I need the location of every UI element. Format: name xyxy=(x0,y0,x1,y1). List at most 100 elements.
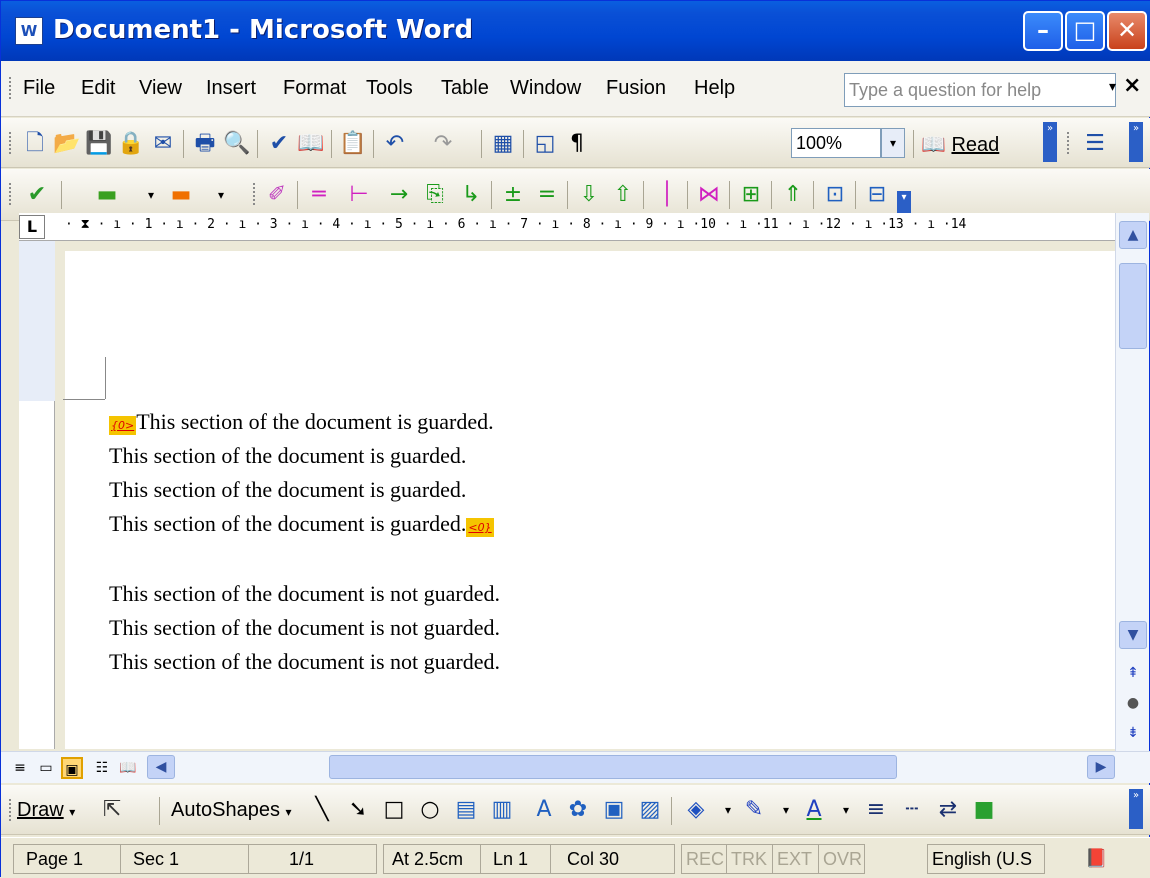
close-button[interactable]: ✕ xyxy=(1107,11,1147,51)
guard-start-icon[interactable]: ⊢ xyxy=(345,181,373,209)
line-style-icon[interactable]: ≡ xyxy=(861,795,891,825)
help-question-input[interactable]: Type a question for help xyxy=(844,73,1116,107)
save-icon[interactable]: 💾 xyxy=(85,130,113,158)
menu-file[interactable]: File xyxy=(23,77,55,100)
status-page[interactable]: Page 1 xyxy=(13,844,121,874)
horizontal-scroll-thumb[interactable] xyxy=(329,755,897,779)
upload-icon[interactable]: ⇑ xyxy=(779,181,807,209)
select-browse-object-icon[interactable]: ● xyxy=(1119,695,1147,717)
copy-segment-icon[interactable]: ⎘ xyxy=(421,181,449,209)
green-highlight-icon[interactable]: ▬ xyxy=(93,181,121,209)
menu-window[interactable]: Window xyxy=(510,77,581,100)
shadow-style-icon[interactable]: ■ xyxy=(969,795,999,825)
vertical-scroll-thumb[interactable] xyxy=(1119,263,1147,349)
dash-style-icon[interactable]: ┄ xyxy=(897,795,927,825)
toolbar-grip[interactable] xyxy=(1067,132,1071,154)
email-icon[interactable]: ✉ xyxy=(149,130,177,158)
line-icon[interactable]: ╲ xyxy=(307,795,337,825)
print-preview-icon[interactable]: 🔍 xyxy=(223,130,251,158)
menubar-grip[interactable] xyxy=(9,77,13,99)
scroll-left-button[interactable]: ◀ xyxy=(147,755,175,779)
zoom-dropdown-icon[interactable]: ▾ xyxy=(881,128,905,158)
toolbar-grip[interactable] xyxy=(9,132,13,154)
status-rec[interactable]: REC xyxy=(681,844,727,874)
new-document-icon[interactable]: 🗋 xyxy=(21,130,49,158)
title-bar[interactable]: W Document1 - Microsoft Word – □ ✕ xyxy=(1,1,1150,61)
normal-view-icon[interactable]: ≡ xyxy=(9,757,31,779)
check-icon[interactable]: ✔ xyxy=(23,181,51,209)
guard-close-tag[interactable]: <0} xyxy=(466,518,494,537)
menu-fusion[interactable]: Fusion xyxy=(606,77,666,100)
arrow-icon[interactable]: ➘ xyxy=(343,795,373,825)
maximize-button[interactable]: □ xyxy=(1065,11,1105,51)
permission-icon[interactable]: 🔒 xyxy=(117,130,145,158)
toolbar-options-chevron[interactable]: » xyxy=(1043,122,1057,162)
status-ext[interactable]: EXT xyxy=(773,844,819,874)
oval-icon[interactable]: ○ xyxy=(415,795,445,825)
help-dropdown-icon[interactable]: ▾ xyxy=(1109,79,1116,95)
plus-icon[interactable]: ± xyxy=(499,181,527,209)
next-page-icon[interactable]: ⇟ xyxy=(1119,725,1147,747)
open-icon[interactable]: 📂 xyxy=(53,130,81,158)
merge-icon[interactable]: ⋈ xyxy=(695,181,723,209)
toolbar-grip[interactable] xyxy=(9,183,13,205)
status-trk[interactable]: TRK xyxy=(727,844,773,874)
unguarded-line[interactable]: This section of the document is not guar… xyxy=(109,649,500,675)
zoom-field[interactable]: 100% xyxy=(791,128,881,158)
insert-segment-icon[interactable]: ↳ xyxy=(457,181,485,209)
vertical-textbox-icon[interactable]: ▥ xyxy=(487,795,517,825)
scroll-down-button[interactable]: ▼ xyxy=(1119,621,1147,649)
bullets-icon[interactable]: ☰ xyxy=(1081,130,1109,158)
unguarded-line[interactable]: This section of the document is not guar… xyxy=(109,581,500,607)
autoshapes-button[interactable]: AutoShapes ▾ xyxy=(171,799,292,822)
status-language[interactable]: English (U.S xyxy=(927,844,1045,874)
wand-icon[interactable]: ✐ xyxy=(263,181,291,209)
drawing-icon[interactable]: ◱ xyxy=(531,130,559,158)
move-up-icon[interactable]: ⇧ xyxy=(609,181,637,209)
undo-icon[interactable]: ↶ xyxy=(381,130,409,158)
textbox-icon[interactable]: ▤ xyxy=(451,795,481,825)
guarded-line[interactable]: This section of the document is guarded. xyxy=(109,477,466,503)
bar-icon[interactable]: │ xyxy=(653,181,681,209)
concordance-icon[interactable]: ⊡ xyxy=(821,181,849,209)
status-pages[interactable]: 1/1 xyxy=(249,844,377,874)
scroll-right-button[interactable]: ▶ xyxy=(1087,755,1115,779)
outline-view-icon[interactable]: ☷ xyxy=(91,757,113,779)
arrow-style-icon[interactable]: ⇄ xyxy=(933,795,963,825)
menu-tools[interactable]: Tools xyxy=(366,77,413,100)
status-at[interactable]: At 2.5cm xyxy=(383,844,481,874)
dropdown-icon[interactable]: ▾ xyxy=(137,181,165,209)
word-app-icon[interactable]: W xyxy=(15,17,43,45)
menu-format[interactable]: Format xyxy=(283,77,346,100)
draw-menu-button[interactable]: Draw ▾ xyxy=(17,799,75,822)
menu-insert[interactable]: Insert xyxy=(206,77,256,100)
toolbar-options-chevron[interactable]: » xyxy=(1129,789,1143,829)
status-section[interactable]: Sec 1 xyxy=(121,844,249,874)
toolbar-grip[interactable] xyxy=(253,183,257,205)
unguarded-line[interactable]: This section of the document is not guar… xyxy=(109,615,500,641)
read-button[interactable]: 📖 Read xyxy=(921,132,999,157)
guarded-line[interactable]: {0>This section of the document is guard… xyxy=(109,409,494,435)
show-formatting-icon[interactable]: ¶ xyxy=(563,130,591,158)
tab-selector[interactable]: L xyxy=(19,215,45,239)
paste-icon[interactable]: 📋 xyxy=(339,130,367,158)
fill-color-icon[interactable]: ◈ xyxy=(681,795,711,825)
spelling-status-icon[interactable]: 📕 xyxy=(1057,844,1131,874)
grid-icon[interactable]: ⊞ xyxy=(737,181,765,209)
redo-icon[interactable]: ↷ xyxy=(429,130,457,158)
diagram-icon[interactable]: ✿ xyxy=(563,795,593,825)
print-layout-view-icon[interactable]: ▣ xyxy=(61,757,83,779)
equals-icon[interactable]: = xyxy=(533,181,561,209)
font-color-dropdown-icon[interactable]: ▾ xyxy=(831,795,861,825)
guarded-line[interactable]: This section of the document is guarded. xyxy=(109,443,466,469)
guard-line-icon[interactable]: ═ xyxy=(305,181,333,209)
dropdown-icon[interactable]: ▾ xyxy=(207,181,235,209)
close-document-icon[interactable]: × xyxy=(1123,73,1141,98)
menu-help[interactable]: Help xyxy=(694,77,735,100)
toolbar-options-chevron[interactable]: ▾ xyxy=(897,191,911,215)
reading-layout-icon[interactable]: 📖 xyxy=(117,757,139,779)
options-icon[interactable]: ⊟ xyxy=(863,181,891,209)
status-line[interactable]: Ln 1 xyxy=(481,844,551,874)
status-column[interactable]: Col 30 xyxy=(551,844,675,874)
guarded-line[interactable]: This section of the document is guarded.… xyxy=(109,511,494,537)
